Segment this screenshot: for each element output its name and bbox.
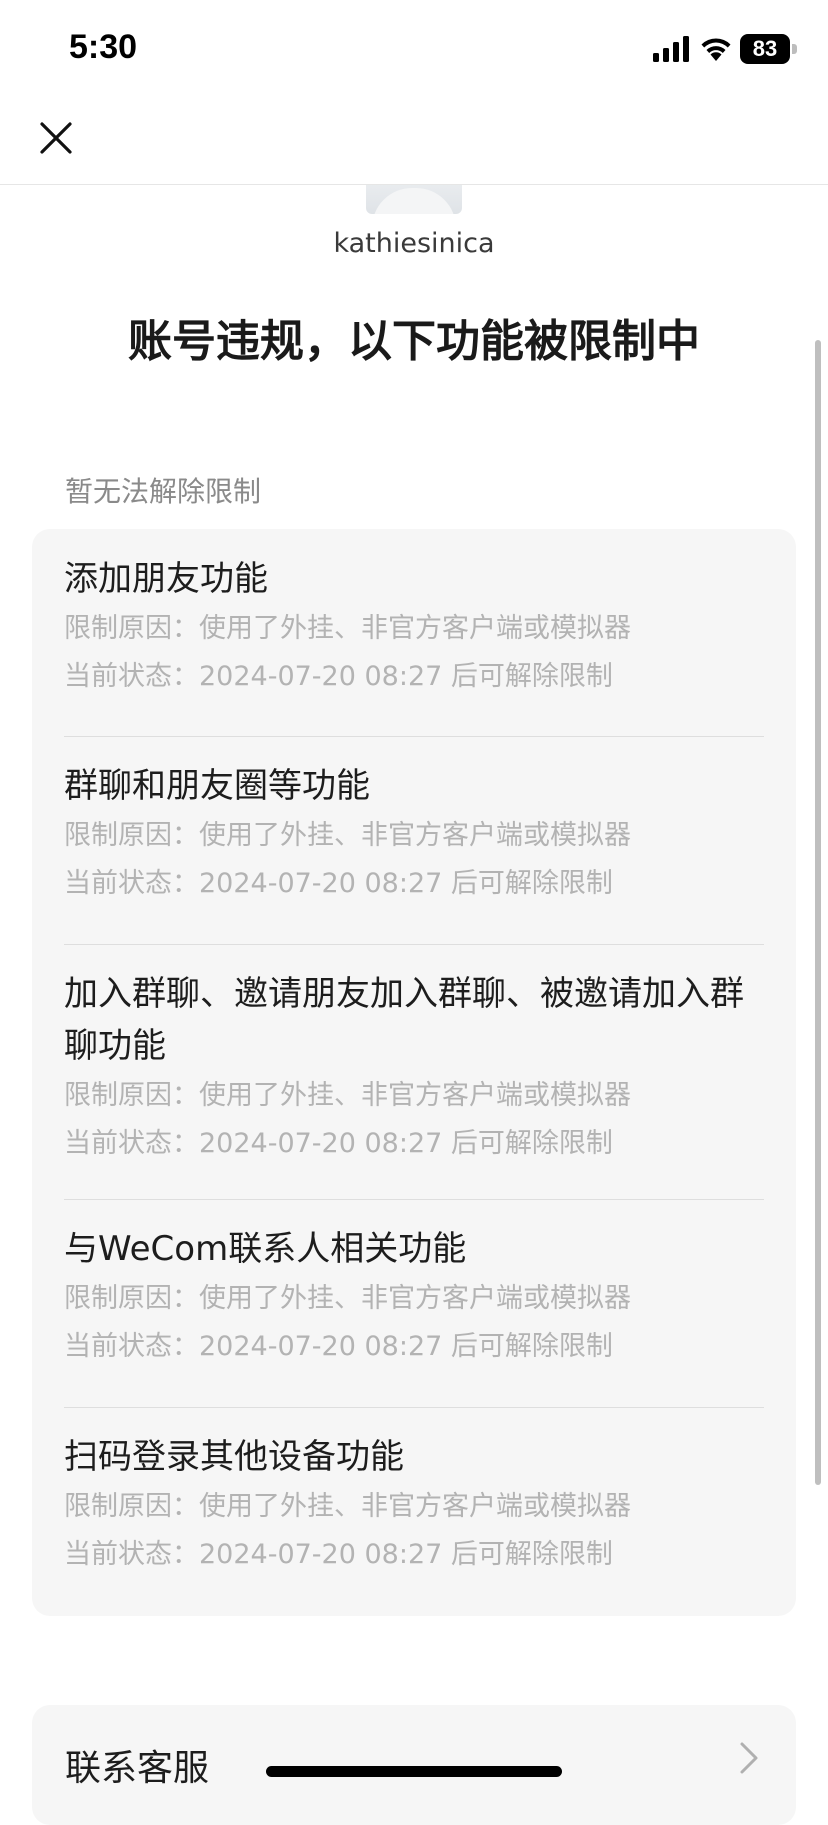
contact-support-button[interactable]: 联系客服 bbox=[32, 1705, 796, 1825]
restriction-reason: 限制原因：使用了外挂、非官方客户端或模拟器 bbox=[64, 1283, 631, 1314]
chevron-right-icon bbox=[740, 1742, 758, 1774]
page-title: 账号违规，以下功能被限制中 bbox=[128, 316, 700, 367]
avatar bbox=[366, 184, 462, 214]
restriction-item: 添加朋友功能 限制原因：使用了外挂、非官方客户端或模拟器 当前状态：2024-0… bbox=[64, 553, 764, 701]
scrollbar[interactable] bbox=[815, 340, 821, 1485]
battery-icon: 83 bbox=[740, 34, 800, 64]
username: kathiesinica bbox=[333, 228, 495, 259]
restrictions-card: 添加朋友功能 限制原因：使用了外挂、非官方客户端或模拟器 当前状态：2024-0… bbox=[32, 529, 796, 1616]
restriction-item: 扫码登录其他设备功能 限制原因：使用了外挂、非官方客户端或模拟器 当前状态：20… bbox=[64, 1431, 764, 1579]
nav-bar bbox=[0, 100, 828, 185]
divider bbox=[64, 1199, 764, 1200]
restriction-reason: 限制原因：使用了外挂、非官方客户端或模拟器 bbox=[64, 613, 631, 644]
restriction-title: 添加朋友功能 bbox=[64, 559, 268, 599]
restriction-status: 当前状态：2024-07-20 08:27 后可解除限制 bbox=[64, 1331, 613, 1362]
restriction-item: 加入群聊、邀请朋友加入群聊、被邀请加入群聊功能 限制原因：使用了外挂、非官方客户… bbox=[64, 968, 764, 1168]
restriction-reason: 限制原因：使用了外挂、非官方客户端或模拟器 bbox=[64, 1491, 631, 1522]
restriction-reason: 限制原因：使用了外挂、非官方客户端或模拟器 bbox=[64, 1080, 631, 1111]
divider bbox=[64, 944, 764, 945]
contact-support-label: 联系客服 bbox=[65, 1748, 210, 1789]
home-indicator[interactable] bbox=[266, 1766, 562, 1777]
section-label: 暂无法解除限制 bbox=[65, 475, 262, 508]
cellular-signal-icon bbox=[653, 36, 689, 62]
status-time: 5:30 bbox=[69, 28, 138, 66]
restriction-item: 群聊和朋友圈等功能 限制原因：使用了外挂、非官方客户端或模拟器 当前状态：202… bbox=[64, 760, 764, 908]
wifi-icon bbox=[701, 38, 731, 61]
restriction-reason: 限制原因：使用了外挂、非官方客户端或模拟器 bbox=[64, 820, 631, 851]
restriction-title: 群聊和朋友圈等功能 bbox=[64, 766, 370, 806]
divider bbox=[64, 1407, 764, 1408]
restriction-title: 扫码登录其他设备功能 bbox=[64, 1437, 404, 1477]
restriction-status: 当前状态：2024-07-20 08:27 后可解除限制 bbox=[64, 1539, 613, 1570]
battery-level: 83 bbox=[752, 36, 778, 61]
restriction-status: 当前状态：2024-07-20 08:27 后可解除限制 bbox=[64, 1128, 613, 1159]
restriction-title: 与WeCom联系人相关功能 bbox=[64, 1229, 467, 1269]
restriction-status: 当前状态：2024-07-20 08:27 后可解除限制 bbox=[64, 661, 613, 692]
restriction-item: 与WeCom联系人相关功能 限制原因：使用了外挂、非官方客户端或模拟器 当前状态… bbox=[64, 1223, 764, 1371]
divider bbox=[64, 736, 764, 737]
close-icon[interactable] bbox=[36, 118, 76, 158]
restriction-title: 加入群聊、邀请朋友加入群聊、被邀请加入群聊功能 bbox=[64, 974, 744, 1066]
restriction-status: 当前状态：2024-07-20 08:27 后可解除限制 bbox=[64, 868, 613, 899]
status-bar: 5:30 83 bbox=[0, 0, 828, 100]
